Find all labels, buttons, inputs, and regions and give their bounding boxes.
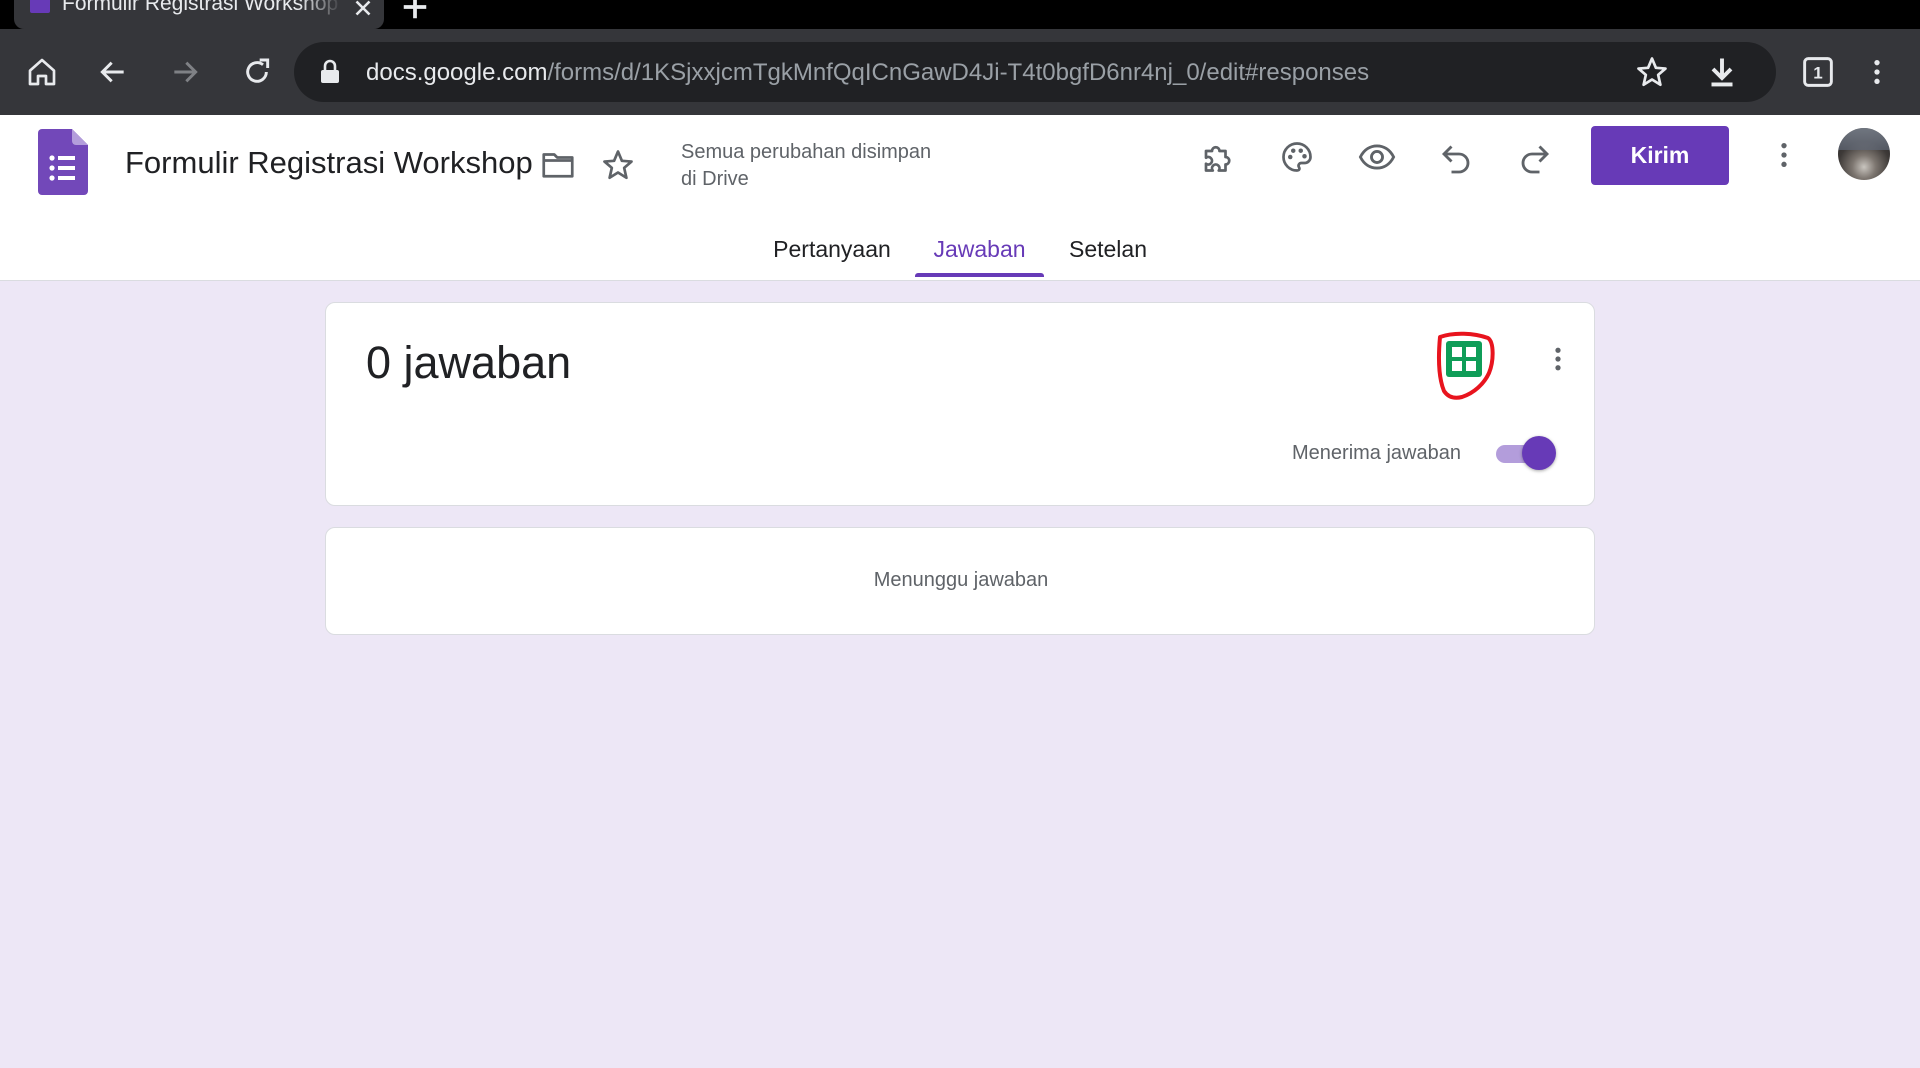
toggle-thumb	[1522, 436, 1556, 470]
browser-menu-icon[interactable]	[1853, 48, 1901, 96]
accepting-responses-label: Menerima jawaban	[1292, 442, 1461, 464]
forms-favicon-icon	[30, 0, 50, 13]
browser-tab[interactable]: Formulir Registrasi Workshop	[14, 0, 384, 29]
accepting-responses-toggle[interactable]	[1492, 436, 1556, 470]
forward-icon[interactable]	[161, 48, 209, 96]
forms-header: Formulir Registrasi Workshop Semua perub…	[0, 115, 1920, 281]
responses-summary-card: 0 jawaban Menerima jawaban	[325, 302, 1595, 506]
waiting-responses-card: Menunggu jawaban	[325, 527, 1595, 635]
form-title[interactable]: Formulir Registrasi Workshop	[125, 145, 533, 181]
tab-count-button[interactable]: 1	[1794, 48, 1842, 96]
star-icon[interactable]	[598, 145, 638, 185]
home-icon[interactable]	[18, 48, 66, 96]
waiting-responses-text: Menunggu jawaban	[873, 569, 1049, 591]
active-tab-indicator	[915, 273, 1044, 277]
bookmark-star-icon[interactable]	[1634, 54, 1670, 90]
save-status: Semua perubahan disimpan di Drive	[681, 141, 932, 190]
tab-settings[interactable]: Setelan	[1056, 233, 1160, 281]
undo-icon[interactable]	[1436, 137, 1476, 177]
response-count: 0 jawaban	[366, 337, 572, 388]
browser-tab-title: Formulir Registrasi Workshop	[62, 0, 339, 15]
palette-icon[interactable]	[1277, 137, 1317, 177]
address-bar[interactable]: docs.google.com/forms/d/1KSjxxjcmTgkMnfQ…	[294, 42, 1776, 102]
redo-icon[interactable]	[1515, 137, 1555, 177]
browser-tabstrip: Formulir Registrasi Workshop	[0, 0, 1920, 29]
preview-eye-icon[interactable]	[1357, 137, 1397, 177]
new-tab-icon[interactable]	[400, 0, 430, 22]
responses-more-icon[interactable]	[1538, 339, 1578, 379]
account-avatar[interactable]	[1838, 128, 1890, 180]
svg-text:1: 1	[1813, 64, 1822, 83]
browser-toolbar: docs.google.com/forms/d/1KSjxxjcmTgkMnfQ…	[0, 29, 1920, 115]
google-forms-logo-icon[interactable]	[38, 129, 88, 195]
send-button[interactable]: Kirim	[1591, 126, 1729, 185]
back-icon[interactable]	[89, 48, 137, 96]
reload-icon[interactable]	[233, 48, 281, 96]
move-to-folder-icon[interactable]	[538, 145, 578, 185]
close-tab-icon[interactable]	[350, 0, 376, 21]
lock-icon[interactable]	[318, 59, 342, 85]
download-icon[interactable]	[1704, 54, 1740, 90]
add-ons-puzzle-icon[interactable]	[1198, 137, 1238, 177]
more-options-icon[interactable]	[1764, 135, 1804, 175]
tab-questions[interactable]: Pertanyaan	[762, 233, 902, 281]
link-to-sheets-icon[interactable]	[1434, 331, 1498, 401]
url-text[interactable]: docs.google.com/forms/d/1KSjxxjcmTgkMnfQ…	[366, 59, 1369, 87]
